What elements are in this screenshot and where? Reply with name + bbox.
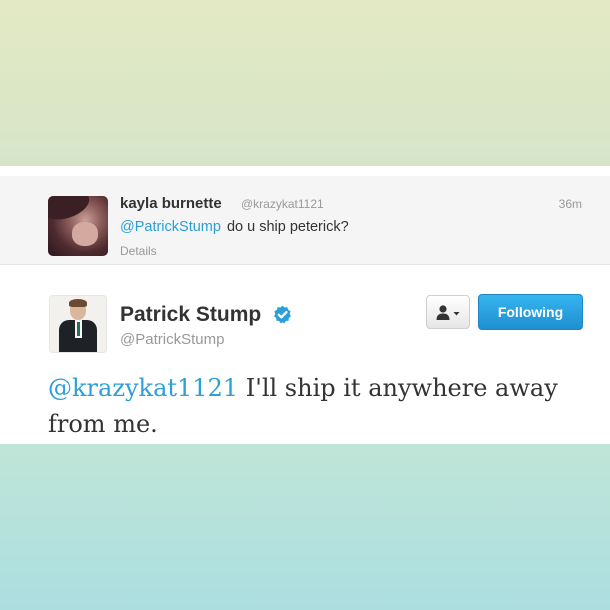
background-top — [0, 0, 610, 166]
reply-timestamp[interactable]: 36m — [559, 197, 582, 211]
reply-tweet[interactable]: kayla burnette @krazykat1121 36m @Patric… — [0, 176, 610, 265]
caret-down-icon — [453, 312, 460, 316]
reply-body: do u ship peterick? — [226, 219, 349, 235]
avatar-tie — [77, 322, 80, 336]
author-name[interactable]: Patrick Stump — [120, 303, 261, 327]
background-bottom — [0, 444, 610, 610]
author-avatar[interactable] — [49, 295, 107, 353]
tweet-mention-link[interactable]: @krazykat1121 — [48, 374, 238, 402]
reply-author-name[interactable]: kayla burnette — [120, 195, 222, 212]
author-handle[interactable]: @PatrickStump — [120, 331, 224, 348]
tweet-card: kayla burnette @krazykat1121 36m @Patric… — [0, 166, 610, 444]
reply-mention-link[interactable]: @PatrickStump — [120, 219, 221, 235]
reply-author-handle[interactable]: @krazykat1121 — [241, 197, 324, 211]
avatar-face — [72, 222, 98, 246]
verified-badge-icon — [274, 305, 291, 324]
avatar-hat — [48, 196, 93, 225]
avatar-hair — [69, 299, 87, 307]
tweet-text: @krazykat1121 I'll ship it anywhere away… — [48, 370, 568, 442]
reply-text: @PatrickStump do u ship peterick? — [120, 219, 349, 235]
user-icon — [436, 305, 460, 320]
reply-avatar[interactable] — [48, 196, 108, 256]
user-actions-button[interactable] — [426, 295, 470, 329]
details-link[interactable]: Details — [120, 244, 157, 258]
following-button[interactable]: Following — [478, 294, 583, 330]
